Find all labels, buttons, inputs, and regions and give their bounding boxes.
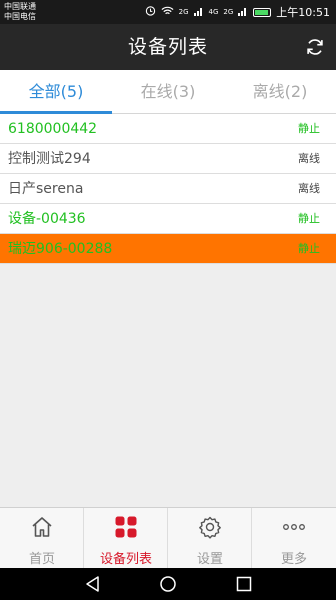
signal-bars-icon: [193, 6, 204, 19]
nav-settings[interactable]: 设置: [168, 508, 252, 568]
device-status: 静止: [298, 242, 320, 255]
device-row[interactable]: 控制测试294 离线: [0, 144, 336, 174]
tab-all[interactable]: 全部(5): [0, 70, 112, 114]
status-time: 上午10:51: [276, 6, 330, 19]
nav-settings-label: 设置: [196, 552, 223, 567]
device-name: 日产serena: [8, 181, 84, 197]
tab-online[interactable]: 在线(3): [112, 70, 224, 114]
grid-icon: [115, 516, 137, 538]
status-bar: 中国联通 中国电信 2G 4G 2G 上午10:51: [0, 0, 336, 24]
device-name: 瑞迈906-00288: [8, 241, 113, 257]
system-nav-bar: [0, 568, 336, 600]
nav-home[interactable]: 首页: [0, 508, 84, 568]
device-row[interactable]: 6180000442 静止: [0, 114, 336, 144]
page-title: 设备列表: [127, 36, 208, 58]
signal-label-1: 2G: [178, 7, 189, 16]
device-row-selected[interactable]: 瑞迈906-00288 静止: [0, 234, 336, 264]
device-name: 控制测试294: [8, 151, 91, 167]
filter-tabs: 全部(5) 在线(3) 离线(2): [0, 70, 336, 114]
wifi-icon: [161, 6, 174, 19]
title-bar: 设备列表: [0, 24, 336, 70]
carrier-1-label: 中国联通: [4, 2, 36, 11]
gear-icon: [199, 516, 221, 539]
device-name: 6180000442: [8, 121, 98, 137]
back-icon[interactable]: [84, 575, 102, 593]
signal-bars-2-icon: [238, 6, 248, 19]
nav-device-list-label: 设备列表: [99, 552, 152, 567]
refresh-button[interactable]: [304, 36, 326, 58]
status-icons: 2G 4G 2G 上午10:51: [145, 4, 330, 20]
alarm-icon: [145, 5, 156, 19]
device-status: 静止: [298, 212, 320, 225]
battery-icon: [253, 7, 272, 17]
carrier-2-label: 中国电信: [4, 12, 36, 21]
signal-label-3: 2G: [223, 7, 234, 16]
device-list: 6180000442 静止 控制测试294 离线 日产serena 离线 设备-…: [0, 114, 336, 264]
nav-more[interactable]: 更多: [252, 508, 336, 568]
device-status: 离线: [298, 182, 320, 195]
recents-icon[interactable]: [235, 575, 253, 593]
home-icon: [32, 517, 52, 537]
device-row[interactable]: 日产serena 离线: [0, 174, 336, 204]
more-icon: [283, 524, 305, 530]
home-circle-icon[interactable]: [159, 575, 177, 593]
device-name: 设备-00436: [8, 211, 86, 227]
signal-label-2: 4G: [208, 7, 219, 16]
bottom-nav: 首页 设备列表 设置 更多: [0, 507, 336, 568]
device-row[interactable]: 设备-00436 静止: [0, 204, 336, 234]
nav-home-label: 首页: [28, 552, 55, 567]
device-status: 离线: [298, 152, 320, 165]
refresh-icon: [307, 39, 323, 55]
nav-device-list[interactable]: 设备列表: [84, 508, 168, 568]
device-status: 静止: [298, 122, 320, 135]
nav-more-label: 更多: [280, 552, 307, 567]
tab-offline[interactable]: 离线(2): [224, 70, 336, 114]
